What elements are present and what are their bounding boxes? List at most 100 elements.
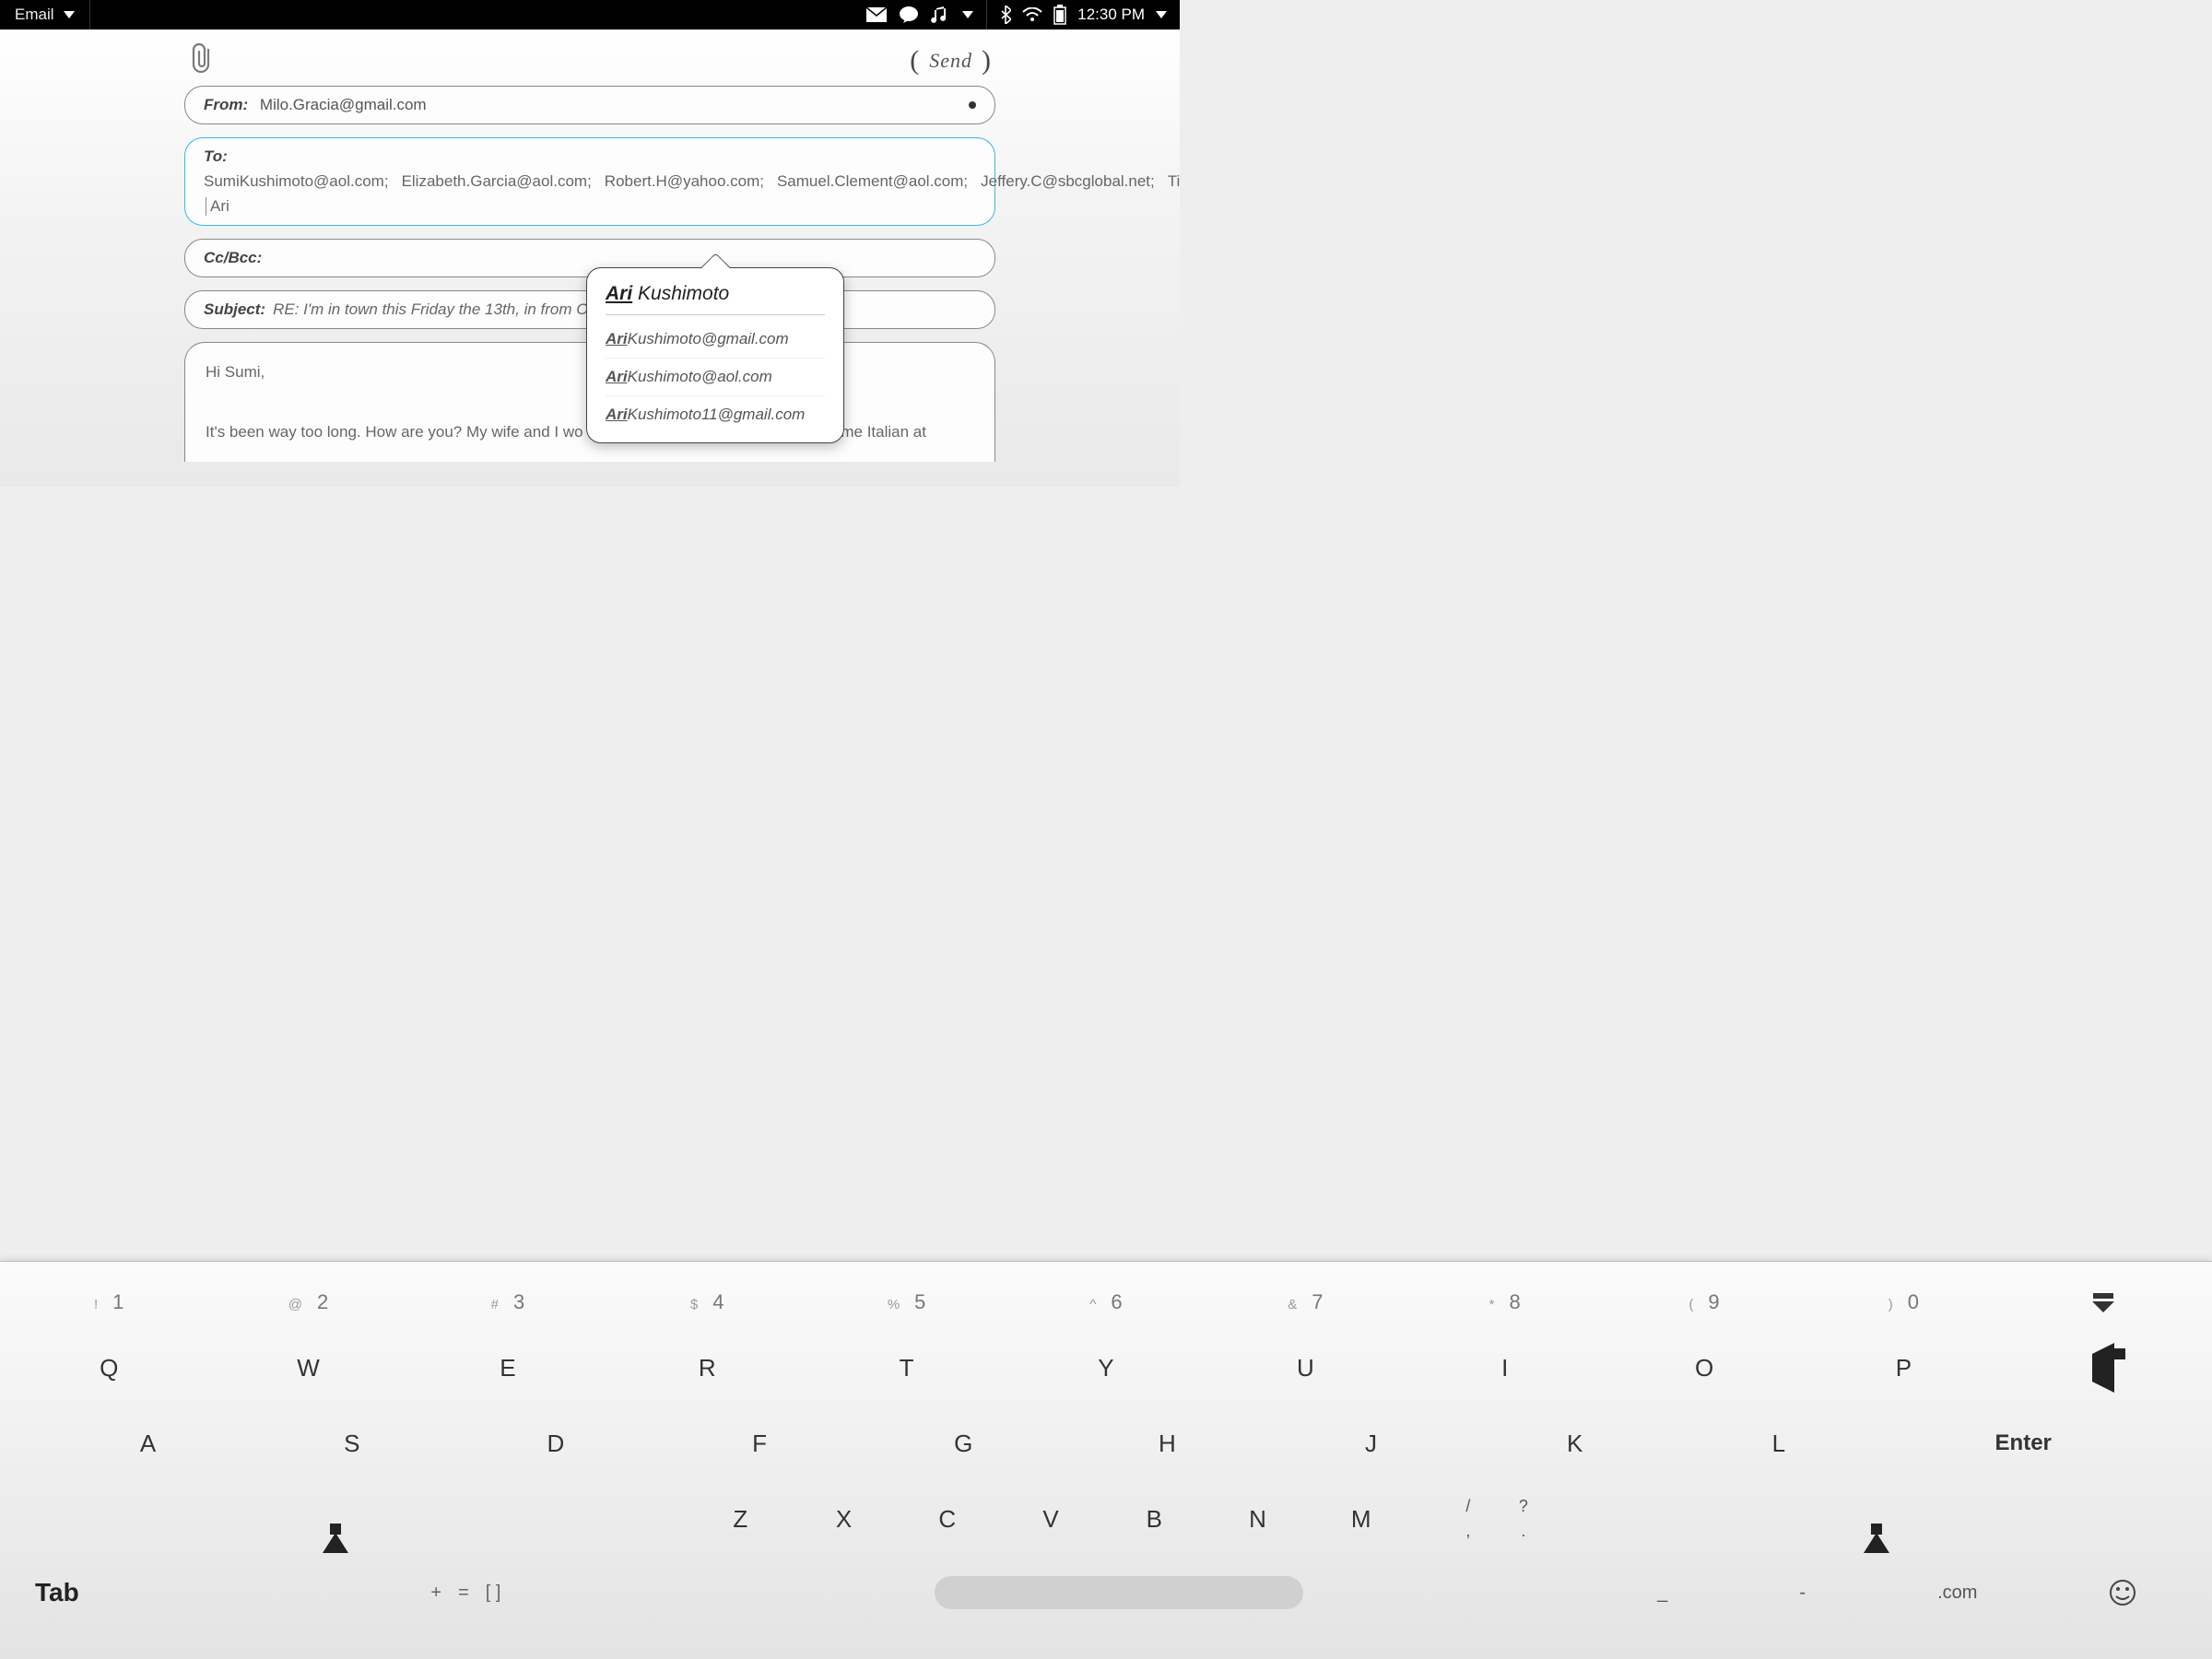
chevron-down-icon[interactable] bbox=[962, 11, 973, 18]
symbol-key[interactable]: = bbox=[458, 1583, 469, 1604]
recipient-chip[interactable]: Jeffery.C@sbcglobal.net; bbox=[981, 172, 1155, 190]
key-J[interactable]: J bbox=[1269, 1430, 1473, 1458]
key-S[interactable]: S bbox=[250, 1430, 453, 1458]
autocomplete-contact-name[interactable]: Ari Kushimoto bbox=[606, 283, 825, 315]
key-B[interactable]: B bbox=[1102, 1505, 1206, 1534]
emoji-key[interactable] bbox=[2109, 1579, 2136, 1606]
mail-icon[interactable] bbox=[866, 7, 887, 22]
paren-right-icon: ) bbox=[982, 45, 992, 76]
key-G[interactable]: G bbox=[862, 1430, 1065, 1458]
key-0[interactable]: )0 bbox=[1804, 1290, 2003, 1314]
symbol-key[interactable]: + bbox=[430, 1583, 441, 1604]
key-U[interactable]: U bbox=[1206, 1354, 1405, 1382]
to-field[interactable]: To: SumiKushimoto@aol.com; Elizabeth.Garc… bbox=[184, 137, 995, 226]
recipient-chip[interactable]: Elizabeth.Garcia@aol.com; bbox=[402, 172, 592, 190]
recipient-chip[interactable]: SumiKushimoto@aol.com; bbox=[204, 172, 389, 190]
key-O[interactable]: O bbox=[1605, 1354, 1804, 1382]
key-7[interactable]: &7 bbox=[1206, 1290, 1405, 1314]
key-I[interactable]: I bbox=[1406, 1354, 1605, 1382]
clock: 12:30 PM bbox=[1077, 6, 1145, 24]
key-6[interactable]: ^6 bbox=[1006, 1290, 1206, 1314]
shift-icon bbox=[1864, 1505, 1889, 1553]
autocomplete-option[interactable]: AriKushimoto@aol.com bbox=[606, 359, 825, 396]
key-F[interactable]: F bbox=[657, 1430, 861, 1458]
key-P[interactable]: P bbox=[1804, 1354, 2003, 1382]
autocomplete-option[interactable]: AriKushimoto@gmail.com bbox=[606, 321, 825, 359]
key-W[interactable]: W bbox=[208, 1354, 407, 1382]
subject-value: RE: I'm in town this Friday the 13th, in… bbox=[273, 300, 623, 319]
dotcom-key[interactable]: .com bbox=[1937, 1583, 1977, 1604]
recipient-chip[interactable]: Samuel.Clement@aol.com; bbox=[777, 172, 968, 190]
key-L[interactable]: L bbox=[1677, 1430, 1880, 1458]
to-label: To: bbox=[204, 147, 228, 166]
punct-slash-question[interactable]: /, bbox=[1441, 1497, 1496, 1541]
app-menu[interactable]: Email bbox=[0, 0, 90, 29]
key-Y[interactable]: Y bbox=[1006, 1354, 1206, 1382]
key-R[interactable]: R bbox=[607, 1354, 806, 1382]
from-field[interactable]: From: Milo.Gracia@gmail.com bbox=[184, 86, 995, 124]
key-H[interactable]: H bbox=[1065, 1430, 1269, 1458]
from-dropdown-icon[interactable] bbox=[969, 101, 976, 109]
key-D[interactable]: D bbox=[453, 1430, 657, 1458]
key-M[interactable]: M bbox=[1310, 1505, 1413, 1534]
punct-question-period[interactable]: ?. bbox=[1496, 1497, 1551, 1541]
enter-key[interactable]: Enter bbox=[1880, 1430, 2166, 1456]
key-9[interactable]: (9 bbox=[1605, 1290, 1804, 1314]
key-T[interactable]: T bbox=[806, 1354, 1006, 1382]
key-K[interactable]: K bbox=[1473, 1430, 1677, 1458]
key-1[interactable]: !1 bbox=[9, 1290, 208, 1314]
autocomplete-option[interactable]: AriKushimoto11@gmail.com bbox=[606, 396, 825, 433]
key-Q[interactable]: Q bbox=[9, 1354, 208, 1382]
symbol-key[interactable]: [ ] bbox=[486, 1583, 501, 1604]
key-3[interactable]: #3 bbox=[408, 1290, 607, 1314]
dash-key[interactable]: - bbox=[1799, 1583, 1806, 1604]
attach-button[interactable] bbox=[188, 42, 216, 78]
bluetooth-icon bbox=[1000, 6, 1011, 24]
key-2[interactable]: @2 bbox=[208, 1290, 407, 1314]
key-N[interactable]: N bbox=[1206, 1505, 1309, 1534]
recipient-chip[interactable]: Timothy.D@ymail.com; bbox=[1168, 172, 1180, 190]
paperclip-icon bbox=[188, 42, 216, 74]
tab-key[interactable]: Tab bbox=[9, 1578, 285, 1607]
shift-key-left[interactable] bbox=[9, 1505, 661, 1534]
battery-icon bbox=[1053, 5, 1066, 25]
status-bar: Email 12:30 PM bbox=[0, 0, 1180, 29]
shift-key-right[interactable] bbox=[1551, 1505, 2203, 1534]
key-V[interactable]: V bbox=[999, 1505, 1102, 1534]
chevron-down-icon bbox=[64, 11, 75, 18]
underscore-key[interactable]: _ bbox=[1657, 1583, 1667, 1604]
app-name: Email bbox=[15, 6, 54, 24]
key-A[interactable]: A bbox=[46, 1430, 250, 1458]
space-key[interactable] bbox=[646, 1576, 1591, 1609]
key-5[interactable]: %5 bbox=[806, 1290, 1006, 1314]
to-recipients: SumiKushimoto@aol.com; Elizabeth.Garcia@a… bbox=[204, 166, 1180, 197]
key-8[interactable]: *8 bbox=[1406, 1290, 1605, 1314]
compose-view: ( Send ) From: Milo.Gracia@gmail.com To:… bbox=[0, 29, 1180, 487]
virtual-keyboard: !1@2#3$4%5^6&7*8(9)0 QWERTYUIOP ASDFGHJK… bbox=[0, 1261, 2212, 1659]
symbol-keys[interactable]: + = [ ] bbox=[285, 1583, 646, 1604]
key-4[interactable]: $4 bbox=[607, 1290, 806, 1314]
from-label: From: bbox=[204, 96, 248, 113]
send-label: Send bbox=[929, 49, 972, 73]
wifi-icon bbox=[1022, 7, 1042, 22]
backspace-key[interactable] bbox=[2004, 1354, 2203, 1382]
autocomplete-popover: Ari Kushimoto AriKushimoto@gmail.comAriK… bbox=[586, 267, 844, 443]
paren-left-icon: ( bbox=[910, 45, 920, 76]
recipient-chip[interactable]: Robert.H@yahoo.com; bbox=[605, 172, 764, 190]
from-value: Milo.Gracia@gmail.com bbox=[260, 96, 427, 113]
notification-tray[interactable] bbox=[853, 0, 987, 29]
chevron-down-icon bbox=[1156, 11, 1167, 18]
to-typing-text: Ari bbox=[206, 197, 229, 216]
music-icon[interactable] bbox=[931, 6, 949, 24]
backspace-icon bbox=[2092, 1343, 2114, 1393]
system-tray[interactable]: 12:30 PM bbox=[987, 5, 1180, 25]
shift-icon bbox=[323, 1505, 348, 1553]
chat-icon[interactable] bbox=[900, 6, 918, 23]
ccbcc-label: Cc/Bcc: bbox=[204, 249, 262, 267]
key-E[interactable]: E bbox=[408, 1354, 607, 1382]
key-X[interactable]: X bbox=[792, 1505, 895, 1534]
send-button[interactable]: ( Send ) bbox=[910, 45, 992, 76]
collapse-keyboard-key[interactable] bbox=[2004, 1293, 2203, 1312]
key-Z[interactable]: Z bbox=[688, 1505, 792, 1534]
key-C[interactable]: C bbox=[896, 1505, 999, 1534]
